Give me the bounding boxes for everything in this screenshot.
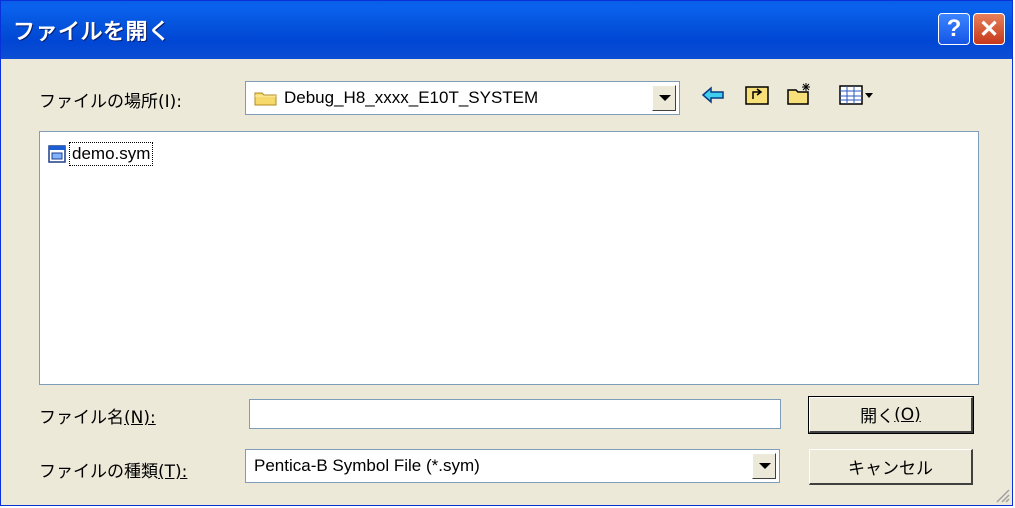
file-list[interactable]: demo.sym [39,131,979,385]
open-button-accel: (O) [894,404,921,425]
new-folder-icon[interactable] [785,81,813,109]
look-in-accel: (I): [158,92,183,112]
filename-input[interactable] [249,399,781,429]
cancel-button[interactable]: キャンセル [809,449,973,485]
dialog-title: ファイルを開く [13,20,171,45]
filename-accel: (N): [124,408,156,428]
help-button[interactable]: ? [938,13,970,45]
open-button[interactable]: 開く (O) [808,396,974,434]
filename-label: ファイル名(N): [39,403,156,428]
resize-grip-icon[interactable] [992,485,1010,503]
filetype-value: Pentica-B Symbol File (*.sym) [254,456,480,475]
filetype-dropdown-button[interactable] [752,453,776,479]
filetype-combobox[interactable]: Pentica-B Symbol File (*.sym) [245,449,780,483]
filetype-label-text: ファイルの種類 [39,462,158,482]
filetype-accel: (T): [158,462,188,482]
open-button-label: 開く [860,407,895,427]
file-name: demo.sym [69,142,154,166]
filename-label-text: ファイル名 [39,408,124,428]
open-file-dialog: ファイルを開く ? ✕ ファイルの場所(I): Debug_H8_xxxx_E1… [0,0,1013,506]
look-in-dropdown-button[interactable] [652,85,676,111]
up-folder-icon[interactable] [743,81,771,109]
look-in-label-text: ファイルの場所 [39,92,158,112]
close-button[interactable]: ✕ [973,13,1005,45]
close-icon: ✕ [978,15,1000,43]
symbol-file-icon [48,145,66,163]
cancel-button-label: キャンセル [848,459,933,479]
look-in-value: Debug_H8_xxxx_E10T_SYSTEM [284,88,539,107]
title-bar[interactable]: ファイルを開く ? ✕ [1,1,1012,59]
help-icon: ? [946,15,962,42]
filetype-label: ファイルの種類(T): [39,457,187,482]
view-menu-icon[interactable] [837,81,877,109]
back-arrow-icon[interactable] [699,81,727,109]
folder-icon [254,92,277,106]
look-in-label: ファイルの場所(I): [39,87,182,112]
look-in-combobox[interactable]: Debug_H8_xxxx_E10T_SYSTEM [245,81,680,115]
